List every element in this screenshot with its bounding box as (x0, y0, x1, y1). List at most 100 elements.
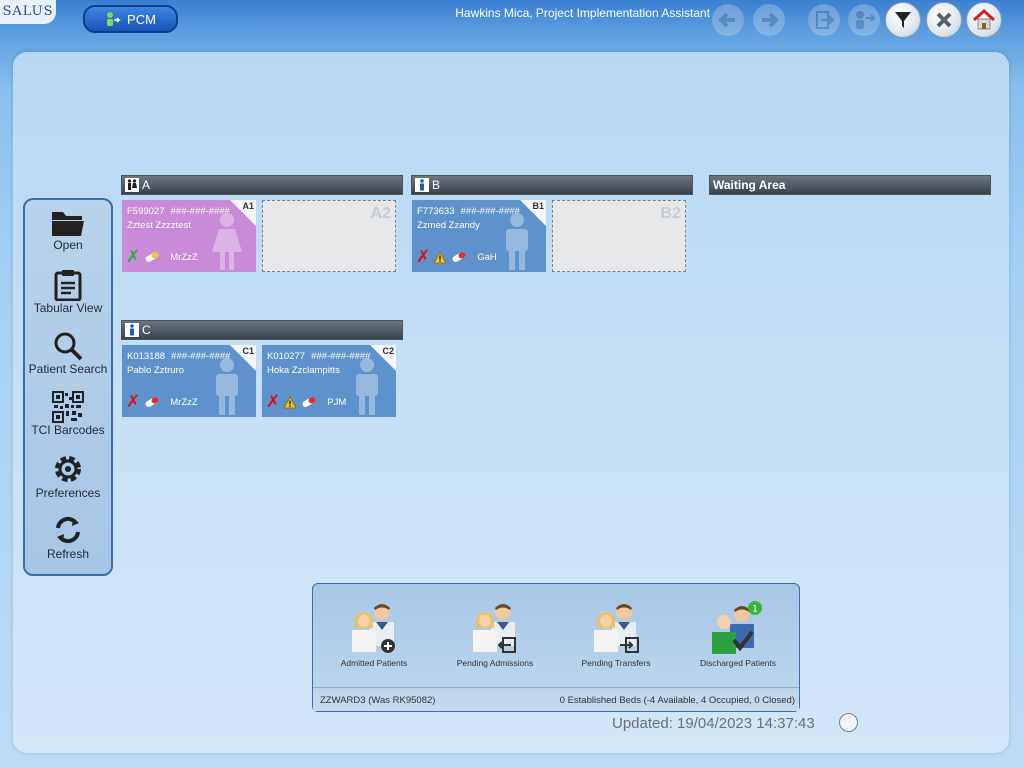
exit-button[interactable] (806, 2, 842, 38)
cross-status-icon: ✗ (126, 392, 141, 412)
patient-move-icon (107, 12, 121, 26)
nav-prefs-label: Preferences (35, 486, 101, 500)
pending-admissions-label: Pending Admissions (456, 658, 534, 668)
cross-status-icon: ✗ (416, 247, 431, 267)
pcm-module-button[interactable]: PCM (83, 5, 178, 33)
room-header-waiting: Waiting Area (709, 175, 991, 195)
room-b-label: B (432, 178, 441, 192)
patient-id: K010277 ###-###-#### (267, 351, 371, 362)
bed-code: B2 (660, 205, 681, 222)
discharged-patients-icon: 1 (712, 601, 762, 654)
transfer-button[interactable] (846, 2, 882, 38)
close-icon (936, 12, 952, 28)
male-icon (125, 323, 139, 337)
last-updated: Updated: 19/04/2023 14:37:43 (612, 715, 815, 732)
pcm-label: PCM (127, 11, 156, 27)
room-header-a: A (121, 175, 403, 195)
admitted-patients-button[interactable]: Admitted Patients (319, 600, 429, 668)
left-nav: Open Tabular View Patient Search TCI Bar… (23, 198, 113, 576)
male-icon (415, 178, 429, 192)
pill-icon (452, 252, 466, 262)
pending-admissions-icon (473, 604, 516, 653)
filter-button[interactable] (885, 2, 921, 38)
nav-tabular-view[interactable]: Tabular View (25, 265, 111, 323)
bed-c2[interactable]: C2 K010277 ###-###-#### Hoka Zzclampitts … (262, 345, 396, 417)
consultant: MrZzZ (170, 251, 198, 263)
bed-a1[interactable]: A1 F599027 ###-###-#### Zztest Zzzztest ✗… (122, 200, 256, 272)
pending-transfers-label: Pending Transfers (581, 658, 651, 668)
admitted-patients-label: Admitted Patients (340, 658, 408, 668)
warning-icon (433, 250, 447, 263)
update-status-indicator[interactable] (839, 713, 858, 732)
patient-id: F599027 ###-###-#### (127, 206, 230, 217)
room-header-b: B (411, 175, 693, 195)
clipboard-icon (54, 270, 82, 301)
patient-name: Zztest Zzzztest (127, 220, 191, 231)
forward-button[interactable] (751, 2, 787, 38)
pending-transfers-icon (594, 604, 639, 653)
room-c-label: C (142, 323, 151, 337)
patient-id: K013188 ###-###-#### (127, 351, 231, 362)
check-status-icon: ✗ (126, 247, 141, 267)
bed-code: B1 (532, 201, 544, 211)
consultant: PJM (327, 396, 347, 408)
nav-patient-search[interactable]: Patient Search (25, 326, 111, 384)
qr-code-icon (52, 391, 84, 423)
pill-icon (302, 397, 316, 407)
search-icon (54, 332, 83, 361)
pill-icon (145, 397, 159, 407)
back-button[interactable] (710, 2, 746, 38)
folder-icon (52, 212, 84, 236)
consultant: MrZzZ (170, 396, 198, 408)
user-title: Hawkins Mica, Project Implementation Ass… (455, 6, 710, 20)
nav-tci-label: TCI Barcodes (31, 423, 105, 437)
exit-icon (808, 4, 840, 36)
ward-summary-panel: Admitted Patients Pending Admissions Pen… (312, 583, 800, 712)
nav-tci-barcodes[interactable]: TCI Barcodes (25, 387, 111, 445)
transfer-icon (848, 4, 880, 36)
nav-refresh-label: Refresh (46, 547, 90, 561)
home-icon (972, 8, 996, 30)
pending-transfers-button[interactable]: Pending Transfers (561, 600, 671, 668)
bed-code: C2 (382, 346, 394, 356)
warning-icon (283, 395, 297, 408)
patient-name: Hoka Zzclampitts (267, 365, 340, 376)
discharged-patients-label: Discharged Patients (699, 658, 777, 668)
pending-admissions-button[interactable]: Pending Admissions (440, 600, 550, 668)
bed-a2-empty[interactable]: A2 (262, 200, 396, 272)
discharged-patients-button[interactable]: 1 Discharged Patients (683, 600, 793, 668)
discharged-count-badge: 1 (752, 605, 758, 615)
mixed-gender-icon (125, 178, 139, 192)
bed-b1[interactable]: B1 F773633 ###-###-#### Zzmed Zzandy ✗ Ga… (412, 200, 546, 272)
patient-name: Pablo Zztruro (127, 365, 185, 376)
nav-search-label: Patient Search (28, 362, 108, 376)
close-button[interactable] (926, 2, 962, 38)
ward-name: ZZWARD3 (Was RK95082) (320, 695, 436, 706)
bed-c1[interactable]: C1 K013188 ###-###-#### Pablo Zztruro ✗ M… (122, 345, 256, 417)
gear-icon (55, 456, 81, 482)
patient-name: Zzmed Zzandy (417, 220, 480, 231)
app-logo: SALUS (0, 0, 56, 24)
nav-open[interactable]: Open (25, 204, 111, 262)
patient-id: F773633 ###-###-#### (417, 206, 520, 217)
top-bar: SALUS PCM Hawkins Mica, Project Implemen… (0, 0, 1024, 44)
nav-refresh[interactable]: Refresh (25, 509, 111, 567)
consultant: GaH (477, 251, 497, 263)
nav-tabular-label: Tabular View (33, 301, 103, 315)
room-a-label: A (142, 178, 151, 192)
home-button[interactable] (966, 2, 1002, 38)
refresh-icon (56, 516, 80, 544)
filter-icon (895, 12, 911, 28)
admitted-patients-icon (352, 604, 395, 653)
waiting-area-label: Waiting Area (713, 178, 786, 192)
bed-counts: 0 Established Beds (-4 Available, 4 Occu… (559, 695, 795, 706)
bed-code: C1 (242, 346, 254, 356)
forward-arrow-icon (753, 4, 785, 36)
ward-summary-footer: ZZWARD3 (Was RK95082) 0 Established Beds… (313, 687, 799, 711)
bed-b2-empty[interactable]: B2 (552, 200, 686, 272)
bed-code: A1 (242, 201, 254, 211)
back-arrow-icon (712, 4, 744, 36)
bed-code: A2 (370, 205, 391, 222)
nav-preferences[interactable]: Preferences (25, 448, 111, 506)
cross-status-icon: ✗ (266, 392, 281, 412)
